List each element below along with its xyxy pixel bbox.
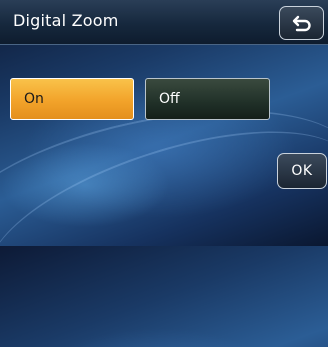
ok-label: OK	[291, 163, 313, 179]
title-bar: Digital Zoom	[0, 0, 328, 45]
ok-button[interactable]: OK	[277, 153, 327, 189]
back-button[interactable]	[279, 6, 324, 40]
screen-title: Digital Zoom	[13, 11, 119, 30]
option-on-label: On	[24, 91, 44, 107]
option-off-button[interactable]: Off	[145, 78, 270, 120]
option-off-label: Off	[159, 91, 180, 107]
background-swoosh	[0, 94, 328, 347]
option-on-button[interactable]: On	[10, 78, 134, 120]
return-arrow-icon	[292, 15, 311, 32]
